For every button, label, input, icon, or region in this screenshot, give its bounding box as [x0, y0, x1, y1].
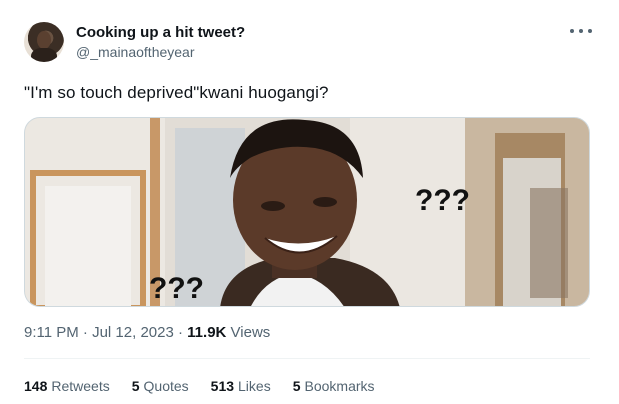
tweet-image[interactable]: ??? ??? [24, 117, 590, 307]
quotes-stat[interactable]: 5 Quotes [132, 378, 189, 394]
meta-separator-2: · [178, 324, 183, 341]
question-marks-left: ??? [149, 272, 204, 305]
retweets-stat[interactable]: 148 Retweets [24, 378, 110, 394]
avatar-face [37, 31, 51, 49]
views-label: Views [230, 324, 271, 341]
bookmarks-stat[interactable]: 5 Bookmarks [293, 378, 375, 394]
tweet-card: Cooking up a hit tweet? @_mainaoftheyear… [0, 0, 619, 404]
question-marks-right: ??? [415, 184, 470, 217]
more-options-icon[interactable] [570, 22, 592, 40]
tweet-date[interactable]: Jul 12, 2023 [92, 324, 174, 341]
avatar-body [31, 48, 57, 62]
tweet-meta: 9:11 PM · Jul 12, 2023 · 11.9K Views [24, 324, 270, 341]
retweets-label: Retweets [51, 378, 110, 394]
author-avatar[interactable] [24, 22, 64, 62]
retweets-count: 148 [24, 378, 48, 394]
engagement-stats: 148 Retweets 5 Quotes 513 Likes 5 Bookmarks [24, 378, 397, 394]
bookmarks-label: Bookmarks [304, 378, 375, 394]
likes-count: 513 [210, 378, 235, 394]
quotes-count: 5 [131, 378, 140, 394]
bookmarks-count: 5 [292, 378, 301, 394]
meta-separator: · [82, 324, 88, 341]
tweet-time[interactable]: 9:11 PM [24, 324, 79, 341]
likes-label: Likes [238, 378, 271, 394]
tweet-text: "I'm so touch deprived"kwani huogangi? [24, 83, 329, 102]
quotes-label: Quotes [143, 378, 189, 394]
meme-image: ??? ??? [25, 118, 589, 306]
views-count: 11.9K [187, 324, 227, 341]
likes-stat[interactable]: 513 Likes [211, 378, 271, 394]
author-handle[interactable]: @_mainaoftheyear [76, 44, 195, 60]
divider [24, 358, 590, 359]
author-display-name[interactable]: Cooking up a hit tweet? [76, 24, 245, 41]
